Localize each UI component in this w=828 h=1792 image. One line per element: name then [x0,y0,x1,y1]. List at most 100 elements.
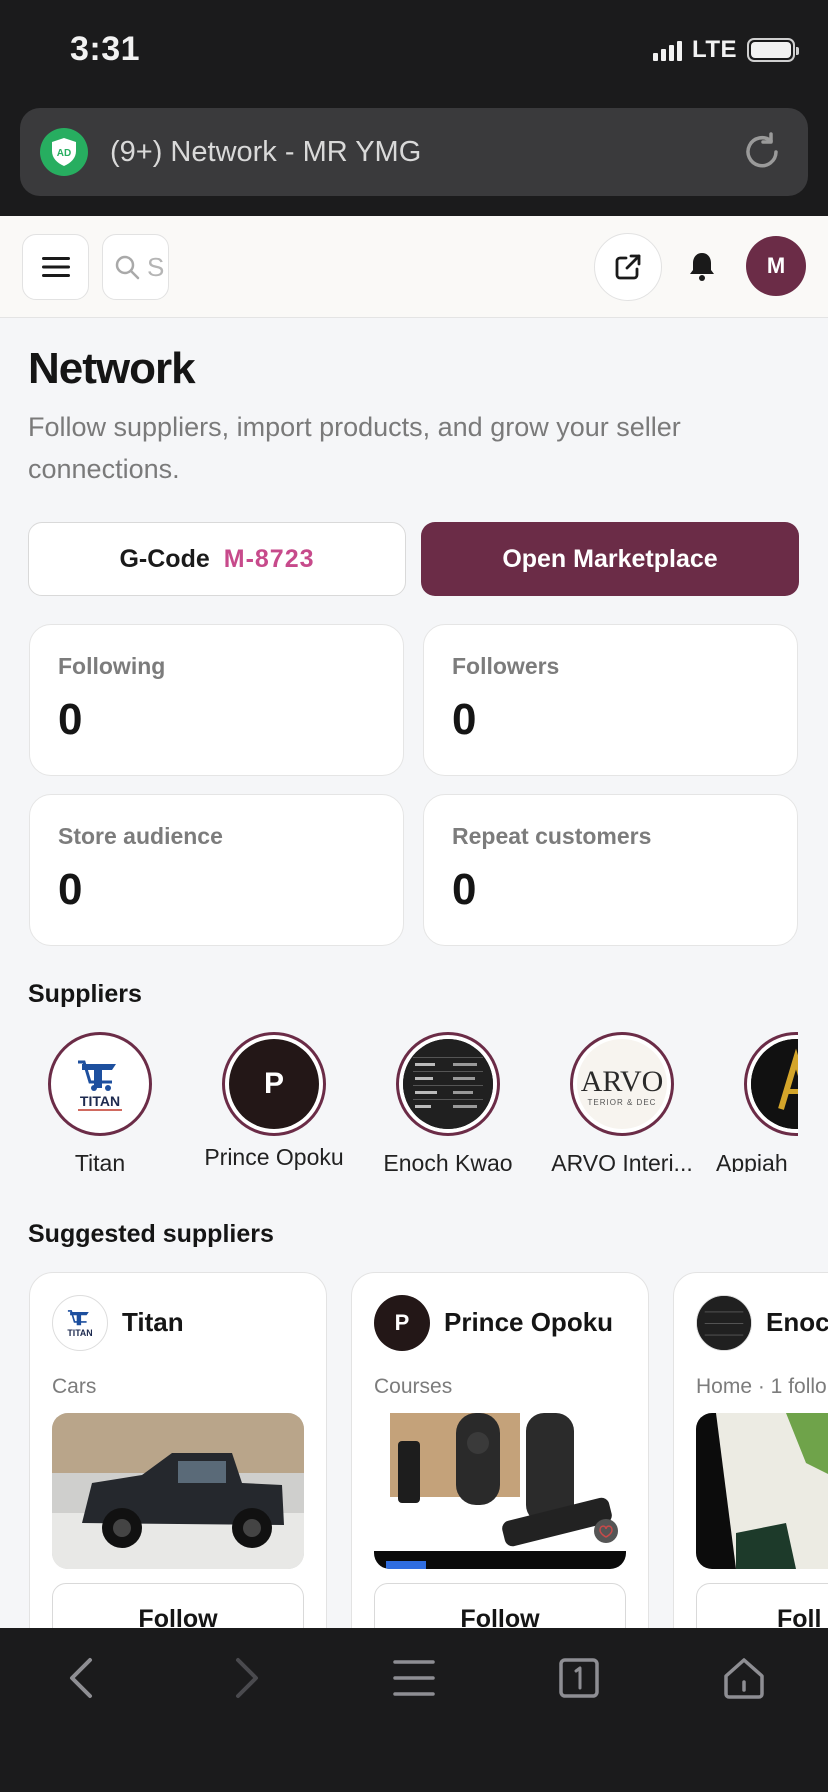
stat-label: Store audience [58,823,223,849]
hamburger-icon [41,257,70,277]
supplier-item[interactable]: ARVO TERIOR & DEC ARVO Interi... [542,1032,702,1172]
notifications-button[interactable] [680,238,724,294]
supplier-card[interactable]: TITAN Titan Cars Follow [29,1272,327,1628]
browser-toolbar [0,1628,828,1792]
appiah-logo-icon [751,1039,798,1129]
arvo-logo-subtext: TERIOR & DEC [588,1098,657,1107]
user-avatar[interactable]: M [746,236,806,296]
chevron-left-icon [70,1658,92,1698]
tabs-count-icon [559,1658,599,1698]
supplier-name: Enoch Kwao [383,1150,513,1172]
menu-list-button[interactable] [384,1648,444,1708]
supplier-card[interactable]: Enoc Home · 1 follo Foll [673,1272,828,1628]
search-placeholder: S [147,251,165,282]
gcode-label: G-Code [119,544,210,573]
stat-card-repeat-customers[interactable]: Repeat customers 0 [423,794,798,946]
open-external-button[interactable] [594,233,662,301]
stat-card-followers[interactable]: Followers 0 [423,624,798,776]
follow-button[interactable]: Follow [374,1583,626,1628]
supplier-card-name: Titan [122,1307,184,1337]
suggested-suppliers-carousel[interactable]: TITAN Titan Cars Follow P Prince Opoku C… [28,1272,828,1628]
supplier-card-name: Enoc [766,1307,828,1337]
web-page: S M Network Follow suppliers, import pro… [0,216,828,1628]
tabs-button[interactable] [549,1648,609,1708]
stat-card-store-audience[interactable]: Store audience 0 [29,794,404,946]
supplier-name: Prince Opoku [204,1144,344,1170]
supplier-item[interactable]: Enoch Kwao [368,1032,528,1172]
supplier-card-category: Courses [374,1375,453,1398]
titan-logo-icon: TITAN [67,1310,93,1338]
stat-card-following[interactable]: Following 0 [29,624,404,776]
arvo-logo-text: ARVO [581,1065,664,1098]
menu-lines-icon [393,1660,435,1696]
search-icon [115,255,140,280]
follow-button[interactable]: Follow [52,1583,304,1628]
ad-badge-text: AD [57,148,71,159]
stat-label: Followers [452,653,560,679]
menu-button[interactable] [22,234,89,300]
address-bar[interactable]: AD (9+) Network - MR YMG [20,108,808,196]
page-title-in-address-bar[interactable]: (9+) Network - MR YMG [110,136,740,169]
open-marketplace-button[interactable]: Open Marketplace [421,522,799,596]
supplier-name: Appiah [716,1150,788,1172]
back-button[interactable] [52,1648,112,1708]
suggested-suppliers-heading: Suggested suppliers [28,1220,274,1248]
signal-icon [652,39,682,61]
suppliers-heading: Suppliers [28,980,142,1008]
supplier-card[interactable]: P Prince Opoku Courses Follow [351,1272,649,1628]
battery-icon [747,38,799,62]
supplier-avatar: P [222,1032,326,1136]
supplier-avatar [744,1032,798,1136]
suppliers-carousel[interactable]: TITAN Titan P Prince Opoku Enoch Kwao AR… [28,1032,798,1172]
external-link-icon [615,254,641,280]
supplier-avatar [696,1295,752,1351]
stat-label: Repeat customers [452,823,652,849]
stat-value: 0 [452,865,477,914]
status-time: 3:31 [70,30,141,68]
arvo-logo-icon: ARVO TERIOR & DEC [581,1065,664,1107]
search-input[interactable]: S [102,234,169,300]
supplier-thumbnail-image [403,1039,493,1129]
stat-value: 0 [58,695,83,744]
gcode-button[interactable]: G-Code M-8723 [28,522,406,596]
supplier-initial: P [374,1295,430,1351]
titan-logo-text: TITAN [80,1093,120,1109]
page-subtitle: Follow suppliers, import products, and g… [28,412,681,484]
supplier-avatar [396,1032,500,1136]
bell-icon [690,253,714,281]
site-top-nav: S M [0,216,828,318]
chevron-right-icon [236,1658,258,1698]
product-image-truck[interactable] [52,1413,304,1569]
product-image-streaming-stick[interactable] [374,1413,626,1569]
ad-block-shield-icon[interactable]: AD [40,128,88,176]
browser-address-area: AD (9+) Network - MR YMG [0,100,828,216]
supplier-thumbnail-image [697,1296,751,1350]
supplier-item[interactable]: TITAN Titan [28,1032,180,1172]
supplier-item[interactable]: P Prince Opoku [194,1032,354,1171]
reload-icon[interactable] [740,130,784,174]
forward-button[interactable] [216,1648,276,1708]
titan-logo-icon: TITAN [78,1060,122,1111]
supplier-card-category: Cars [52,1375,97,1398]
gcode-value: M-8723 [223,544,315,573]
supplier-avatar: TITAN [48,1032,152,1136]
product-image-textile[interactable] [696,1413,828,1569]
page-title: Network [28,344,196,393]
home-icon [724,1658,764,1699]
stat-label: Following [58,653,166,679]
supplier-name: Titan [74,1150,126,1172]
supplier-initial: P [229,1039,319,1129]
status-bar: 3:31 LTE [0,0,828,100]
supplier-item[interactable]: Appiah [716,1032,798,1172]
stat-value: 0 [58,865,83,914]
follow-button[interactable]: Foll [696,1583,828,1628]
status-indicators: LTE [652,36,799,64]
supplier-name: ARVO Interi... [551,1150,693,1172]
home-button[interactable] [714,1648,774,1708]
network-type: LTE [691,36,737,63]
titan-logo-text: TITAN [67,1328,92,1338]
stat-value: 0 [452,695,477,744]
supplier-card-category: Home · 1 follo [696,1375,827,1398]
supplier-avatar: ARVO TERIOR & DEC [570,1032,674,1136]
supplier-avatar: TITAN [52,1295,108,1351]
